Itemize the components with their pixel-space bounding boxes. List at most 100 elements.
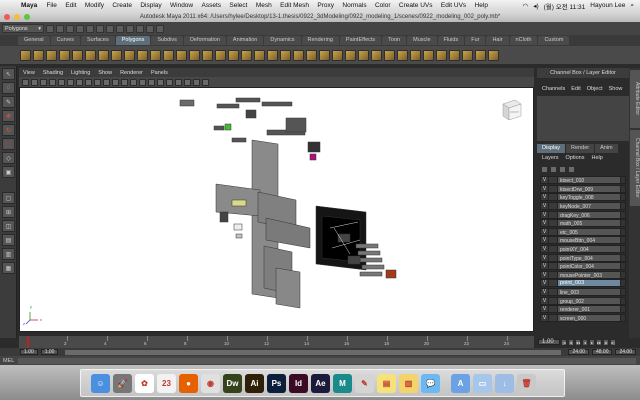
grid-icon[interactable] xyxy=(58,78,65,86)
menu-display[interactable]: Display xyxy=(136,2,166,9)
last-tool-icon[interactable]: ▣ xyxy=(2,166,15,178)
tab-custom[interactable]: Custom xyxy=(538,36,570,45)
layer-name[interactable]: pointColor_004 xyxy=(558,262,621,271)
tab-rendering[interactable]: Rendering xyxy=(301,36,339,45)
dock-illustrator-icon[interactable]: Ai xyxy=(245,373,264,393)
layer-display-type-toggle[interactable] xyxy=(549,236,558,245)
layer-row[interactable]: VdragKey_006 xyxy=(540,210,626,219)
layer-name[interactable]: screen_000 xyxy=(558,313,621,322)
range-bar[interactable] xyxy=(65,349,562,355)
layer-row[interactable]: VmouseBttn_004 xyxy=(540,236,626,245)
dock-script-editor-icon[interactable]: ✎ xyxy=(355,373,374,393)
layer-color-swatch[interactable] xyxy=(621,176,626,185)
layer-color-swatch[interactable] xyxy=(621,210,626,219)
poly-cube-icon[interactable] xyxy=(33,49,44,61)
layer-name[interactable]: line_003 xyxy=(558,288,621,297)
dock-maya-icon[interactable]: M xyxy=(333,373,352,393)
end-time-field[interactable]: 24.00 xyxy=(615,349,636,355)
append-polygon-icon[interactable] xyxy=(306,49,317,61)
tab-curves[interactable]: Curves xyxy=(50,36,80,45)
rotate-tool-icon[interactable]: ↻ xyxy=(2,124,15,136)
layer-display-type-toggle[interactable] xyxy=(549,313,558,322)
tab-animation[interactable]: Animation xyxy=(226,36,264,45)
go-end-icon[interactable]: ▸| xyxy=(610,338,616,346)
layer-row[interactable]: Vktsect_010 xyxy=(540,176,626,185)
reduce-icon[interactable] xyxy=(254,49,265,61)
menu-create[interactable]: Create xyxy=(108,2,136,9)
tab-painteffects[interactable]: PaintEffects xyxy=(339,36,382,45)
tab-anim[interactable]: Anim xyxy=(595,144,618,153)
safe-action-icon[interactable] xyxy=(103,78,110,86)
cb-menu-show[interactable]: Show xyxy=(609,86,623,95)
menu-modify[interactable]: Modify xyxy=(81,2,109,9)
layer-display-type-toggle[interactable] xyxy=(549,253,558,262)
combine-icon[interactable] xyxy=(150,49,161,61)
menu-edit[interactable]: Edit xyxy=(61,2,81,9)
select-tool-icon[interactable]: ↖ xyxy=(2,68,15,80)
range-end-field[interactable]: 24.00 xyxy=(568,349,589,355)
menu-proxy[interactable]: Proxy xyxy=(313,2,338,9)
sculpt-icon[interactable] xyxy=(488,49,499,61)
dock-dreamweaver-icon[interactable]: Dw xyxy=(223,373,242,393)
image-plane-icon[interactable] xyxy=(49,78,56,86)
layer-row[interactable]: VpointXY_004 xyxy=(540,245,626,254)
lasso-tool-icon[interactable]: ◌ xyxy=(2,82,15,94)
layer-row[interactable]: VmousePointer_003 xyxy=(540,270,626,280)
layer-visibility-toggle[interactable]: V xyxy=(540,227,549,236)
bridge-icon[interactable] xyxy=(358,49,369,61)
move-layer-down-icon[interactable] xyxy=(550,165,557,173)
uv-editor-icon[interactable] xyxy=(475,49,486,61)
layer-row[interactable]: Vrenderer_001 xyxy=(540,305,626,314)
current-time-marker[interactable] xyxy=(27,336,29,348)
tab-general[interactable]: General xyxy=(18,36,50,45)
layer-visibility-toggle[interactable]: V xyxy=(540,202,549,211)
layer-visibility-toggle[interactable]: V xyxy=(540,270,549,279)
layer-name[interactable]: keyToggle_008 xyxy=(558,193,621,202)
layer-name[interactable]: pointType_004 xyxy=(558,253,621,262)
select-hierarchy-icon[interactable] xyxy=(76,24,84,33)
time-slider[interactable]: 2 4 6 8 10 12 14 16 18 20 22 24 xyxy=(19,336,534,348)
layer-display-type-toggle[interactable] xyxy=(549,210,558,219)
layer-row[interactable]: Vgroup_002 xyxy=(540,296,626,305)
quadrangulate-icon[interactable] xyxy=(280,49,291,61)
vp-menu-panels[interactable]: Panels xyxy=(147,70,172,76)
snap-curve-icon[interactable] xyxy=(116,24,124,33)
layer-row[interactable]: VkeyToggle_008 xyxy=(540,193,626,202)
wifi-icon[interactable]: ◠ xyxy=(523,2,529,10)
layer-display-type-toggle[interactable] xyxy=(549,202,558,211)
layer-color-swatch[interactable] xyxy=(621,279,626,288)
command-input[interactable] xyxy=(18,357,636,364)
tab-channel-box[interactable]: Channel Box / Layer Editor xyxy=(630,130,640,206)
tab-deformation[interactable]: Deformation xyxy=(183,36,226,45)
tab-attribute-editor[interactable]: Attribute Editor xyxy=(630,70,640,128)
menu-file[interactable]: File xyxy=(42,2,61,9)
separate-icon[interactable] xyxy=(163,49,174,61)
step-forward-key-icon[interactable]: ▸▸ xyxy=(596,338,602,346)
dock-notes-icon[interactable]: ▥ xyxy=(399,373,418,393)
layer-visibility-toggle[interactable]: V xyxy=(540,262,549,271)
layer-display-type-toggle[interactable] xyxy=(549,227,558,236)
layer-color-swatch[interactable] xyxy=(621,296,626,305)
dock-chrome-icon[interactable]: ◉ xyxy=(201,373,220,393)
layer-name[interactable]: ktsect_010 xyxy=(558,176,621,185)
layer-color-swatch[interactable] xyxy=(621,262,626,271)
menu-help[interactable]: Help xyxy=(470,2,492,9)
layer-display-type-toggle[interactable] xyxy=(549,193,558,202)
save-scene-icon[interactable] xyxy=(66,24,74,33)
vp-menu-renderer[interactable]: Renderer xyxy=(116,70,147,76)
layer-name[interactable]: dragKey_006 xyxy=(558,210,621,219)
layer-display-type-toggle[interactable] xyxy=(549,279,558,288)
layer-name[interactable]: keyNode_007 xyxy=(558,202,621,211)
layer-name[interactable]: pointXY_004 xyxy=(558,245,621,254)
dock-photos-icon[interactable]: ✿ xyxy=(135,373,154,393)
layer-name[interactable]: mousePointer_003 xyxy=(558,270,621,279)
textured-icon[interactable] xyxy=(148,78,155,86)
le-menu-options[interactable]: Options xyxy=(566,154,585,163)
vp-menu-shading[interactable]: Shading xyxy=(39,70,67,76)
layer-visibility-toggle[interactable]: V xyxy=(540,236,549,245)
layer-row[interactable]: VktsectDrw_009 xyxy=(540,184,626,194)
merge-icon[interactable] xyxy=(384,49,395,61)
menu-edit-uvs[interactable]: Edit UVs xyxy=(437,2,471,9)
insert-edge-loop-icon[interactable] xyxy=(332,49,343,61)
ipr-render-icon[interactable] xyxy=(146,24,154,33)
